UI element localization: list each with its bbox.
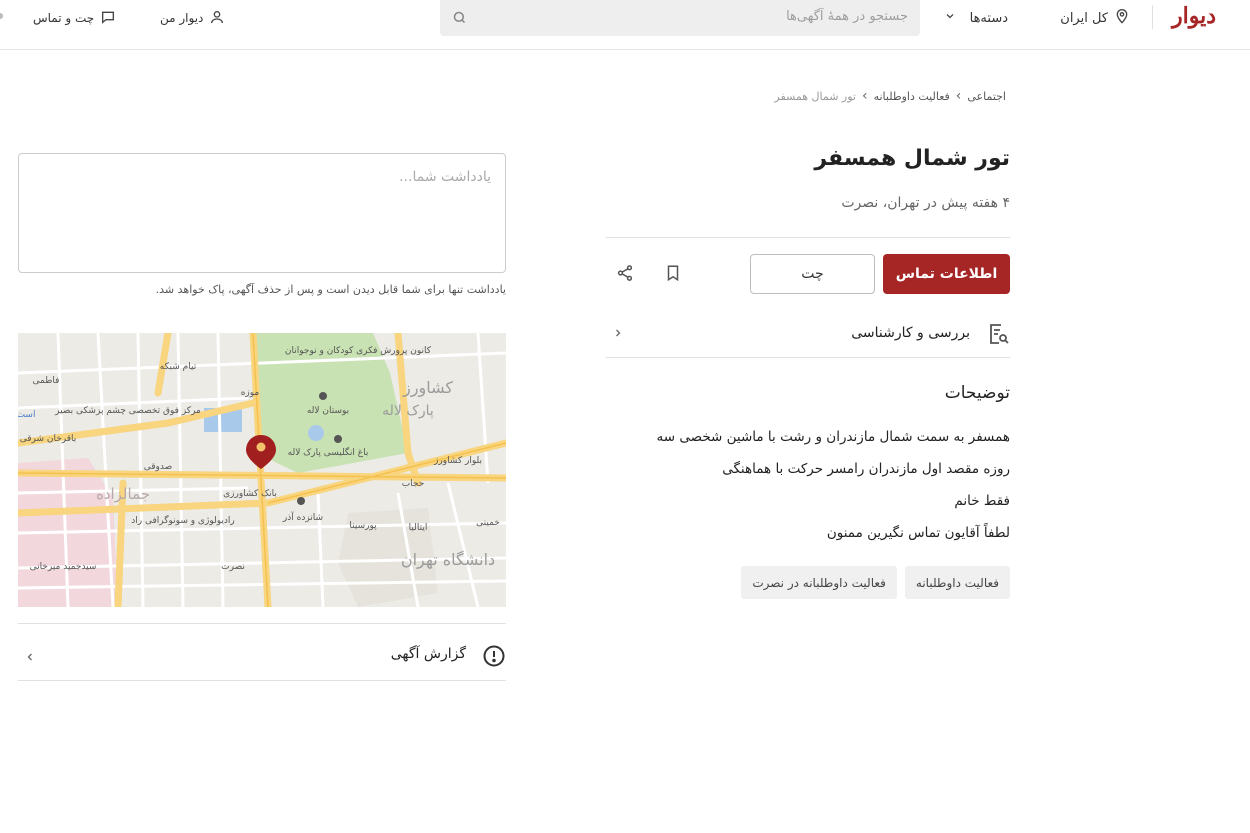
breadcrumb-item-volunteer[interactable]: فعالیت داوطلبانه [874, 90, 950, 103]
map-canvas[interactable]: کانون پرورش فکری کودکان و نوجوانان تیام … [18, 333, 506, 607]
map-label: حجاب [402, 479, 425, 489]
categories-menu[interactable]: دسته‌ها [944, 8, 1008, 28]
chevron-left-icon: ‹ [861, 88, 868, 104]
map-label: پورسینا [349, 521, 377, 531]
top-header: دیوار کل ایران دسته‌ها جستجو در همهٔ آگه… [0, 0, 1250, 50]
chevron-left-icon [612, 324, 624, 343]
review-expertise-row[interactable]: بررسی و کارشناسی [606, 310, 1010, 358]
tag-volunteer[interactable]: فعالیت داوطلبانه [904, 566, 1010, 599]
divider [606, 237, 1010, 238]
chevron-left-icon: ‹ [955, 88, 962, 104]
description-line: لطفاً آقایون تماس نگیرین ممنون [826, 525, 1010, 541]
contact-info-button[interactable]: اطلاعات تماس [883, 254, 1010, 294]
chevron-left-icon [24, 648, 36, 667]
chat-contact-label: چت و تماس [33, 11, 95, 25]
map-label: بلوار کشاورز [433, 456, 482, 466]
location-pin-icon [1114, 8, 1130, 28]
search-input[interactable]: جستجو در همهٔ آگهی‌ها [786, 9, 908, 24]
report-ad-row[interactable]: گزارش آگهی [18, 624, 506, 681]
map-label: ایتالیا [409, 523, 428, 533]
map-label: تیام شبکه [160, 362, 197, 372]
breadcrumb-item-social[interactable]: اجتماعی [967, 90, 1006, 103]
review-label: بررسی و کارشناسی [851, 325, 970, 341]
share-icon[interactable] [616, 264, 634, 286]
map-label: رادیولوژی و سونوگرافی راد [131, 514, 234, 526]
my-divar-link[interactable]: دیوار من [160, 8, 225, 28]
map-label-large: جمالزاده [96, 485, 150, 503]
alert-circle-icon [482, 644, 506, 672]
map-label: فاطمی [33, 376, 60, 386]
map-label-large: کشاورز [402, 378, 453, 398]
note-placeholder: یادداشت شما... [399, 169, 491, 185]
map-label-large: پارک لاله [382, 403, 434, 419]
my-divar-label: دیوار من [160, 11, 204, 25]
note-textarea[interactable]: یادداشت شما... [18, 153, 506, 273]
divar-logo[interactable]: دیوار [1172, 3, 1217, 29]
description-line: روزه مقصد اول مازندران رامسر حرکت با هما… [722, 461, 1010, 477]
location-map[interactable]: کانون پرورش فکری کودکان و نوجوانان تیام … [18, 333, 506, 607]
map-label: بوستان لاله [307, 406, 349, 416]
map-label-large: دانشگاه تهران [401, 550, 495, 570]
description-title: توضیحات [944, 383, 1010, 403]
map-label: باغ انگلیسی پارک لاله [288, 446, 369, 458]
map-label: سیدجمید میرخانی [30, 562, 97, 572]
map-label: نصرت [221, 562, 245, 572]
description-line: همسفر به سمت شمال مازندران و رشت با ماشی… [656, 429, 1010, 445]
categories-label: دسته‌ها [969, 10, 1008, 26]
note-help-text: یادداشت تنها برای شما قابل دیدن است و پس… [155, 283, 506, 296]
description-line: فقط خانم [954, 493, 1010, 509]
user-icon [209, 9, 225, 28]
map-label: مرکز فوق تخصصی چشم پزشکی بصیر [54, 406, 201, 416]
search-icon[interactable] [452, 10, 467, 29]
tag-list: فعالیت داوطلبانه فعالیت داوطلبانه در نصر… [741, 566, 1010, 599]
inspection-report-icon [986, 322, 1010, 350]
map-label: شانزده آذر [282, 511, 323, 523]
tag-volunteer-nosrat[interactable]: فعالیت داوطلبانه در نصرت [741, 566, 897, 599]
report-label: گزارش آگهی [390, 646, 466, 662]
chat-button[interactable]: چت [750, 254, 875, 294]
header-divider [1152, 5, 1153, 29]
chat-bubble-icon [100, 9, 116, 28]
breadcrumb-item-current: تور شمال همسفر [774, 89, 856, 103]
chevron-down-icon [944, 10, 956, 26]
breadcrumb: اجتماعی ‹ فعالیت داوطلبانه ‹ تور شمال هم… [774, 89, 1006, 103]
chat-contact-link[interactable]: چت و تماس [33, 8, 116, 28]
map-label: موزه [241, 388, 260, 398]
map-label: باقرخان شرقی [20, 434, 77, 444]
map-label: کانون پرورش فکری کودکان و نوجوانان [285, 346, 432, 356]
page-title: تور شمال همسفر [814, 146, 1010, 171]
edge-indicator [0, 13, 3, 19]
map-label: صدوقی [144, 462, 173, 472]
post-time-location: ۴ هفته پیش در تهران، نصرت [841, 195, 1010, 211]
city-selector[interactable]: کل ایران [1060, 8, 1130, 28]
search-box[interactable]: جستجو در همهٔ آگهی‌ها [440, 0, 920, 36]
map-label: است [18, 410, 35, 420]
map-label: خمینی [476, 518, 500, 528]
map-label: بانک کشاورزی [223, 489, 277, 499]
city-label: کل ایران [1060, 10, 1108, 26]
bookmark-icon[interactable] [664, 264, 682, 286]
